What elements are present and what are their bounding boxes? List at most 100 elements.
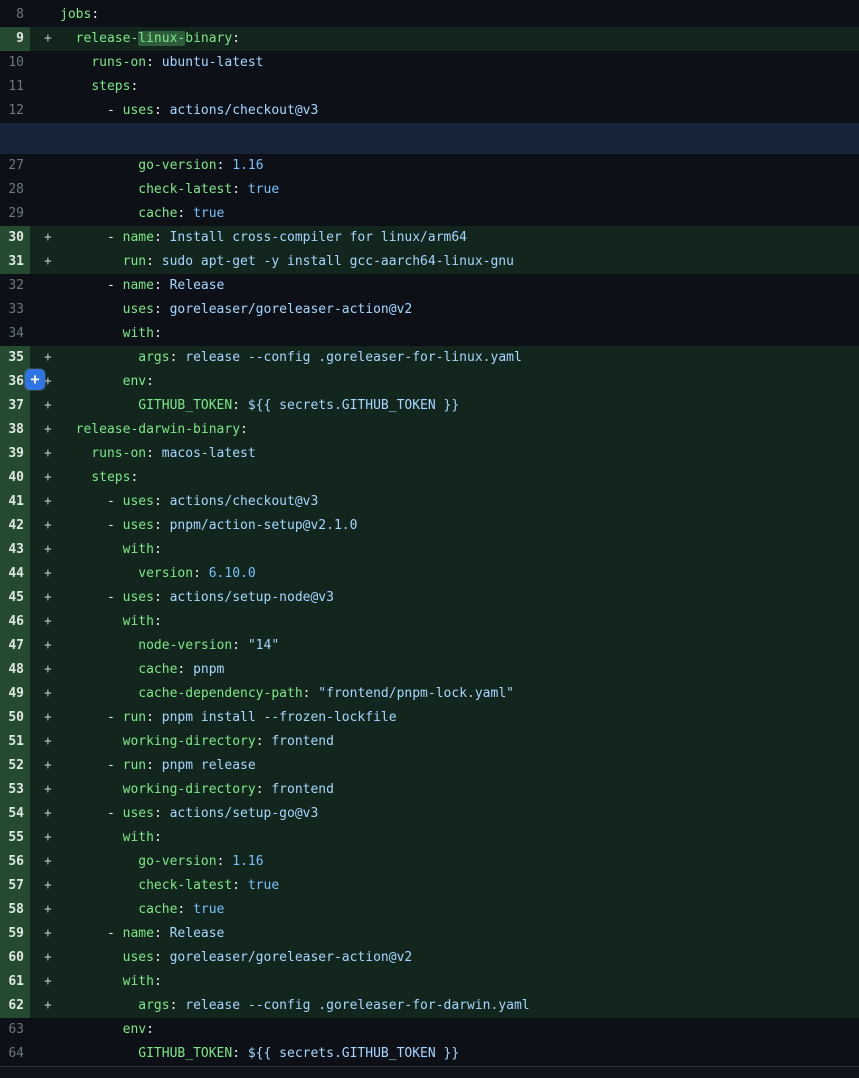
code-text: jobs: bbox=[60, 3, 859, 27]
code-text: check-latest: true bbox=[60, 874, 859, 898]
diff-marker: + bbox=[30, 826, 60, 850]
code-text: - name: Install cross-compiler for linux… bbox=[60, 226, 859, 250]
line-number[interactable]: 45 bbox=[0, 586, 30, 610]
diff-marker bbox=[30, 51, 60, 75]
line-number[interactable]: 60 bbox=[0, 946, 30, 970]
line-number[interactable]: 58 bbox=[0, 898, 30, 922]
diff-line-33: 33 uses: goreleaser/goreleaser-action@v2 bbox=[0, 298, 859, 322]
line-number[interactable]: 35 bbox=[0, 346, 30, 370]
line-number[interactable]: 32 bbox=[0, 274, 30, 298]
code-text: uses: goreleaser/goreleaser-action@v2 bbox=[60, 946, 859, 970]
code-text: go-version: 1.16 bbox=[60, 154, 859, 178]
diff-marker: + bbox=[30, 490, 60, 514]
diff-marker: + bbox=[30, 778, 60, 802]
line-number[interactable]: 52 bbox=[0, 754, 30, 778]
line-number[interactable]: 46 bbox=[0, 610, 30, 634]
line-number[interactable]: 12 bbox=[0, 99, 30, 123]
line-number[interactable]: 34 bbox=[0, 322, 30, 346]
code-text: uses: goreleaser/goreleaser-action@v2 bbox=[60, 298, 859, 322]
expand-hunk-row[interactable] bbox=[0, 123, 859, 154]
diff-marker: + bbox=[30, 634, 60, 658]
diff-marker: + bbox=[30, 250, 60, 274]
line-number[interactable]: 56 bbox=[0, 850, 30, 874]
diff-line-57: 57+ check-latest: true bbox=[0, 874, 859, 898]
line-number[interactable]: 47 bbox=[0, 634, 30, 658]
line-number[interactable]: 55 bbox=[0, 826, 30, 850]
line-number[interactable]: 62 bbox=[0, 994, 30, 1018]
diff-marker: + bbox=[30, 586, 60, 610]
code-text: release-darwin-binary: bbox=[60, 418, 859, 442]
diff-line-61: 61+ with: bbox=[0, 970, 859, 994]
diff-line-55: 55+ with: bbox=[0, 826, 859, 850]
diff-line-52: 52+ - run: pnpm release bbox=[0, 754, 859, 778]
line-number[interactable]: 64 bbox=[0, 1042, 30, 1066]
diff-marker: + bbox=[30, 538, 60, 562]
diff-marker: + bbox=[30, 970, 60, 994]
line-number[interactable]: 11 bbox=[0, 75, 30, 99]
line-number[interactable]: 44 bbox=[0, 562, 30, 586]
diff-marker: + bbox=[30, 442, 60, 466]
diff-marker bbox=[30, 178, 60, 202]
line-number[interactable]: 49 bbox=[0, 682, 30, 706]
diff-line-31: 31+ run: sudo apt-get -y install gcc-aar… bbox=[0, 250, 859, 274]
line-number[interactable]: 37 bbox=[0, 394, 30, 418]
diff-marker: + bbox=[30, 754, 60, 778]
word-diff-highlight: linux- bbox=[138, 31, 185, 46]
line-number[interactable]: 59 bbox=[0, 922, 30, 946]
line-number[interactable]: 27 bbox=[0, 154, 30, 178]
diff-line-32: 32 - name: Release bbox=[0, 274, 859, 298]
diff-marker: + bbox=[30, 706, 60, 730]
diff-line-49: 49+ cache-dependency-path: "frontend/pnp… bbox=[0, 682, 859, 706]
line-number[interactable]: 61 bbox=[0, 970, 30, 994]
diff-line-34: 34 with: bbox=[0, 322, 859, 346]
diff-marker: + bbox=[30, 346, 60, 370]
line-number[interactable]: 41 bbox=[0, 490, 30, 514]
code-text: GITHUB_TOKEN: ${{ secrets.GITHUB_TOKEN }… bbox=[60, 394, 859, 418]
line-number[interactable]: 28 bbox=[0, 178, 30, 202]
code-text: env: bbox=[60, 1018, 859, 1042]
add-comment-button[interactable]: + bbox=[25, 369, 45, 390]
line-number[interactable]: 10 bbox=[0, 51, 30, 75]
diff-line-53: 53+ working-directory: frontend bbox=[0, 778, 859, 802]
diff-marker: + bbox=[30, 394, 60, 418]
line-number[interactable]: 33 bbox=[0, 298, 30, 322]
diff-marker: + bbox=[30, 514, 60, 538]
diff-line-35: 35+ args: release --config .goreleaser-f… bbox=[0, 346, 859, 370]
line-number[interactable]: 63 bbox=[0, 1018, 30, 1042]
line-number[interactable]: 54 bbox=[0, 802, 30, 826]
line-number[interactable]: 40 bbox=[0, 466, 30, 490]
code-text: cache: true bbox=[60, 898, 859, 922]
code-text: release-linux-binary: bbox=[60, 27, 859, 51]
diff-line-48: 48+ cache: pnpm bbox=[0, 658, 859, 682]
diff-line-39: 39+ runs-on: macos-latest bbox=[0, 442, 859, 466]
diff-marker: + bbox=[30, 682, 60, 706]
line-number[interactable]: 9 bbox=[0, 27, 30, 51]
diff-line-11: 11 steps: bbox=[0, 75, 859, 99]
line-number[interactable]: 8 bbox=[0, 3, 30, 27]
diff-marker: + bbox=[30, 994, 60, 1018]
line-number[interactable]: 57 bbox=[0, 874, 30, 898]
diff-line-38: 38+ release-darwin-binary: bbox=[0, 418, 859, 442]
line-number[interactable]: 38 bbox=[0, 418, 30, 442]
line-number[interactable]: 51 bbox=[0, 730, 30, 754]
line-number[interactable]: 42 bbox=[0, 514, 30, 538]
line-number[interactable]: 39 bbox=[0, 442, 30, 466]
code-text: with: bbox=[60, 826, 859, 850]
diff-line-29: 29 cache: true bbox=[0, 202, 859, 226]
line-number[interactable]: 43 bbox=[0, 538, 30, 562]
code-text: steps: bbox=[60, 75, 859, 99]
line-number[interactable]: 48 bbox=[0, 658, 30, 682]
diff-marker bbox=[30, 75, 60, 99]
line-number[interactable]: 31 bbox=[0, 250, 30, 274]
line-number[interactable]: 50 bbox=[0, 706, 30, 730]
code-text: with: bbox=[60, 970, 859, 994]
line-number[interactable]: 53 bbox=[0, 778, 30, 802]
line-number[interactable]: 29 bbox=[0, 202, 30, 226]
diff-line-8: 8 jobs: bbox=[0, 3, 859, 27]
line-number[interactable]: 30 bbox=[0, 226, 30, 250]
code-text: args: release --config .goreleaser-for-l… bbox=[60, 346, 859, 370]
diff-line-58: 58+ cache: true bbox=[0, 898, 859, 922]
diff-line-60: 60+ uses: goreleaser/goreleaser-action@v… bbox=[0, 946, 859, 970]
diff-marker: + bbox=[30, 610, 60, 634]
code-text: steps: bbox=[60, 466, 859, 490]
